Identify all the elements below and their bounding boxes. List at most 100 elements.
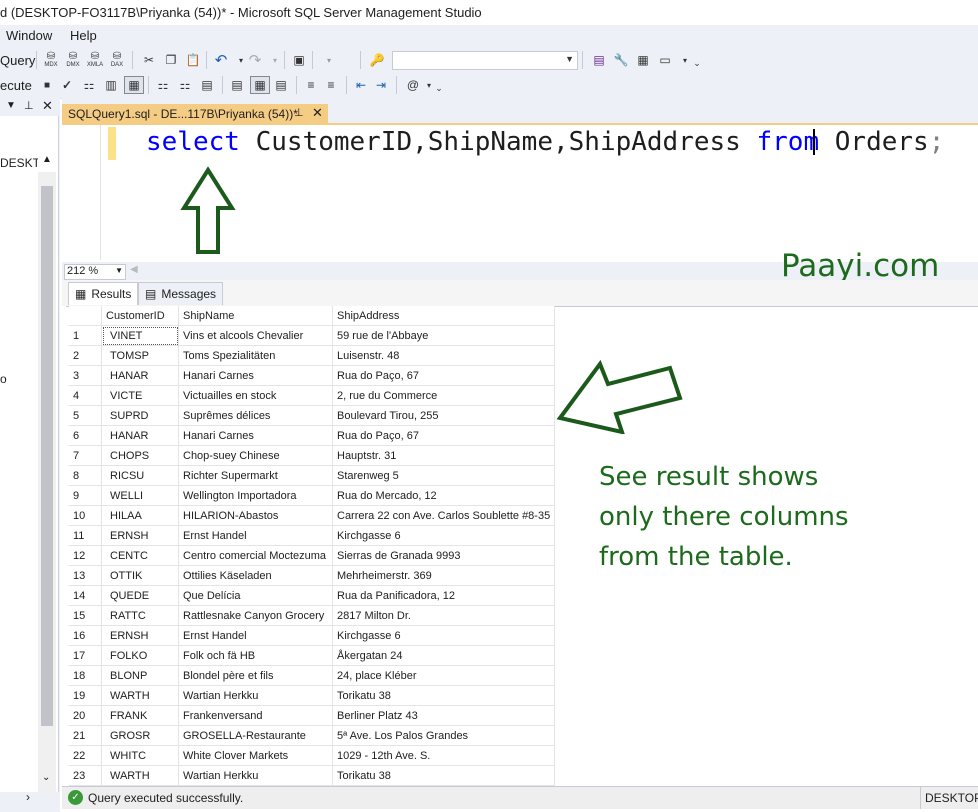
cell-customerid[interactable]: GROSR bbox=[101, 725, 179, 746]
copy-icon[interactable]: ❐ bbox=[162, 52, 180, 68]
cell-customerid[interactable]: CHOPS bbox=[101, 445, 179, 466]
cell-shipaddress[interactable]: Hauptstr. 31 bbox=[332, 445, 556, 466]
chevron-up-icon[interactable]: ▲ bbox=[42, 154, 52, 165]
table-row[interactable]: 9 WELLI Wellington Importadora Rua do Merca… bbox=[69, 485, 556, 506]
decrease-indent-icon[interactable]: ⇤ bbox=[352, 77, 370, 93]
undo-icon[interactable]: ↶ bbox=[212, 52, 230, 69]
chevron-down-icon[interactable]: ▼ bbox=[565, 54, 574, 64]
stop-icon[interactable]: ■ bbox=[38, 77, 56, 93]
table-row[interactable]: 2 TOMSP Toms Spezialitäten Luisenstr. 48 bbox=[69, 345, 556, 366]
cell-shipname[interactable]: HILARION-Abastos bbox=[178, 505, 333, 526]
row-number[interactable]: 11 bbox=[69, 525, 102, 546]
cell-customerid[interactable]: VICTE bbox=[101, 385, 179, 406]
wrench-icon[interactable]: 🔧 bbox=[612, 52, 630, 68]
cell-shipname[interactable]: Victuailles en stock bbox=[178, 385, 333, 406]
cell-shipname[interactable]: Suprêmes délices bbox=[178, 405, 333, 426]
estimated-plan-icon[interactable]: ⚏ bbox=[80, 77, 98, 93]
table-row[interactable]: 16 ERNSH Ernst Handel Kirchgasse 6 bbox=[69, 625, 556, 646]
close-icon[interactable]: ✕ bbox=[312, 105, 323, 121]
table-row[interactable]: 23 WARTH Wartian Herkku Torikatu 38 bbox=[69, 765, 556, 786]
cell-shipaddress[interactable]: Torikatu 38 bbox=[332, 765, 556, 786]
row-number[interactable]: 3 bbox=[69, 365, 102, 386]
tab-results[interactable]: ▦ Results bbox=[68, 282, 139, 305]
cell-shipaddress[interactable]: Carrera 22 con Ave. Carlos Soublette #8-… bbox=[332, 505, 556, 526]
row-number[interactable]: 23 bbox=[69, 765, 102, 786]
row-number[interactable]: 7 bbox=[69, 445, 102, 466]
cell-shipaddress[interactable]: Åkergatan 24 bbox=[332, 645, 556, 666]
cell-customerid[interactable]: FOLKO bbox=[101, 645, 179, 666]
cell-shipaddress[interactable]: Rua do Paço, 67 bbox=[332, 425, 556, 446]
redo-dropdown-icon[interactable]: ▾ bbox=[266, 52, 284, 68]
cell-shipname[interactable]: Wellington Importadora bbox=[178, 485, 333, 506]
table-row[interactable]: 5 SUPRD Suprêmes délices Boulevard Tirou, 2… bbox=[69, 405, 556, 426]
cell-shipaddress[interactable]: 2, rue du Commerce bbox=[332, 385, 556, 406]
row-number[interactable]: 19 bbox=[69, 685, 102, 706]
chevron-right-icon[interactable]: › bbox=[26, 790, 30, 804]
cell-shipaddress[interactable]: Berliner Platz 43 bbox=[332, 705, 556, 726]
cell-customerid[interactable]: HANAR bbox=[101, 425, 179, 446]
table-row[interactable]: 3 HANAR Hanari Carnes Rua do Paço, 67 bbox=[69, 365, 556, 386]
cell-shipname[interactable]: Ernst Handel bbox=[178, 525, 333, 546]
tab-messages[interactable]: ▤ Messages bbox=[138, 282, 224, 305]
cell-shipaddress[interactable]: 5ª Ave. Los Palos Grandes bbox=[332, 725, 556, 746]
comment-icon[interactable]: ≡ bbox=[302, 77, 320, 93]
cell-shipaddress[interactable]: 24, place Kléber bbox=[332, 665, 556, 686]
new-query-button[interactable]: Query bbox=[0, 53, 35, 68]
sql-statement[interactable]: select CustomerID,ShipName,ShipAddress f… bbox=[146, 127, 944, 157]
cell-customerid[interactable]: WARTH bbox=[101, 685, 179, 706]
table-row[interactable]: 13 OTTIK Ottilies Käseladen Mehrheimerstr. … bbox=[69, 565, 556, 586]
table-row[interactable]: 14 QUEDE Que Delícia Rua da Panificadora, 1… bbox=[69, 585, 556, 606]
cell-shipname[interactable]: Centro comercial Moctezuma bbox=[178, 545, 333, 566]
cell-customerid[interactable]: HANAR bbox=[101, 365, 179, 386]
cell-shipaddress[interactable]: Luisenstr. 48 bbox=[332, 345, 556, 366]
increase-indent-icon[interactable]: ⇥ bbox=[372, 77, 390, 93]
cell-shipaddress[interactable]: Torikatu 38 bbox=[332, 685, 556, 706]
cell-customerid[interactable]: WELLI bbox=[101, 485, 179, 506]
scroll-left-icon[interactable]: ◀ bbox=[130, 264, 138, 275]
cell-shipaddress[interactable]: Kirchgasse 6 bbox=[332, 525, 556, 546]
solution-icon[interactable]: 🔑 bbox=[368, 52, 386, 68]
cell-customerid[interactable]: ERNSH bbox=[101, 625, 179, 646]
execute-button[interactable]: ecute bbox=[0, 78, 32, 93]
table-row[interactable]: 7 CHOPS Chop-suey Chinese Hauptstr. 31 bbox=[69, 445, 556, 466]
cell-shipaddress[interactable]: Rua da Panificadora, 12 bbox=[332, 585, 556, 606]
server-node[interactable]: DESKTOI bbox=[0, 156, 38, 170]
cell-customerid[interactable]: ERNSH bbox=[101, 525, 179, 546]
table-row[interactable]: 11 ERNSH Ernst Handel Kirchgasse 6 bbox=[69, 525, 556, 546]
cell-shipname[interactable]: White Clover Markets bbox=[178, 745, 333, 766]
tab-sqlquery1[interactable]: SQLQuery1.sql - DE...117B\Priyanka (54))… bbox=[62, 104, 328, 123]
dmx-query-icon[interactable]: ⛁ DMX bbox=[64, 51, 82, 68]
row-number[interactable]: 12 bbox=[69, 545, 102, 566]
properties-window-icon[interactable]: ▤ bbox=[590, 52, 608, 68]
pin-icon[interactable]: ⊥ bbox=[294, 106, 304, 119]
results-grid-icon[interactable]: ▦ bbox=[250, 76, 270, 94]
column-header[interactable]: ShipName bbox=[178, 306, 333, 326]
tree-node-fragment[interactable]: o bbox=[0, 372, 7, 386]
results-to-text-icon[interactable]: ▤ bbox=[228, 77, 246, 93]
row-number[interactable]: 1 bbox=[69, 325, 102, 346]
table-row[interactable]: 19 WARTH Wartian Herkku Torikatu 38 bbox=[69, 685, 556, 706]
row-number[interactable]: 20 bbox=[69, 705, 102, 726]
cell-shipname[interactable]: Toms Spezialitäten bbox=[178, 345, 333, 366]
zoom-select[interactable]: 212 % ▼ bbox=[64, 264, 126, 280]
cell-shipaddress[interactable]: Sierras de Granada 9993 bbox=[332, 545, 556, 566]
cell-shipname[interactable]: Richter Supermarkt bbox=[178, 465, 333, 486]
cell-customerid[interactable]: CENTC bbox=[101, 545, 179, 566]
row-number[interactable]: 9 bbox=[69, 485, 102, 506]
cell-shipaddress[interactable]: Mehrheimerstr. 369 bbox=[332, 565, 556, 586]
chevron-down-icon[interactable]: ⌄ bbox=[42, 772, 50, 783]
cell-shipname[interactable]: Blondel père et fils bbox=[178, 665, 333, 686]
cell-shipname[interactable]: Frankenversand bbox=[178, 705, 333, 726]
cell-shipaddress[interactable]: Rua do Mercado, 12 bbox=[332, 485, 556, 506]
cut-icon[interactable]: ✂ bbox=[140, 52, 158, 68]
menu-window[interactable]: Window bbox=[6, 28, 52, 43]
cell-customerid[interactable]: WHITC bbox=[101, 745, 179, 766]
cell-customerid[interactable]: RATTC bbox=[101, 605, 179, 626]
pin-icon[interactable]: ⊥ bbox=[24, 99, 34, 112]
table-row[interactable]: 17 FOLKO Folk och fä HB Åkergatan 24 bbox=[69, 645, 556, 666]
row-number[interactable]: 14 bbox=[69, 585, 102, 606]
row-number[interactable]: 15 bbox=[69, 605, 102, 626]
search-combo[interactable]: ▼ bbox=[392, 51, 578, 70]
cell-shipaddress[interactable]: Kirchgasse 6 bbox=[332, 625, 556, 646]
redo-icon[interactable]: ↷ bbox=[246, 52, 264, 69]
